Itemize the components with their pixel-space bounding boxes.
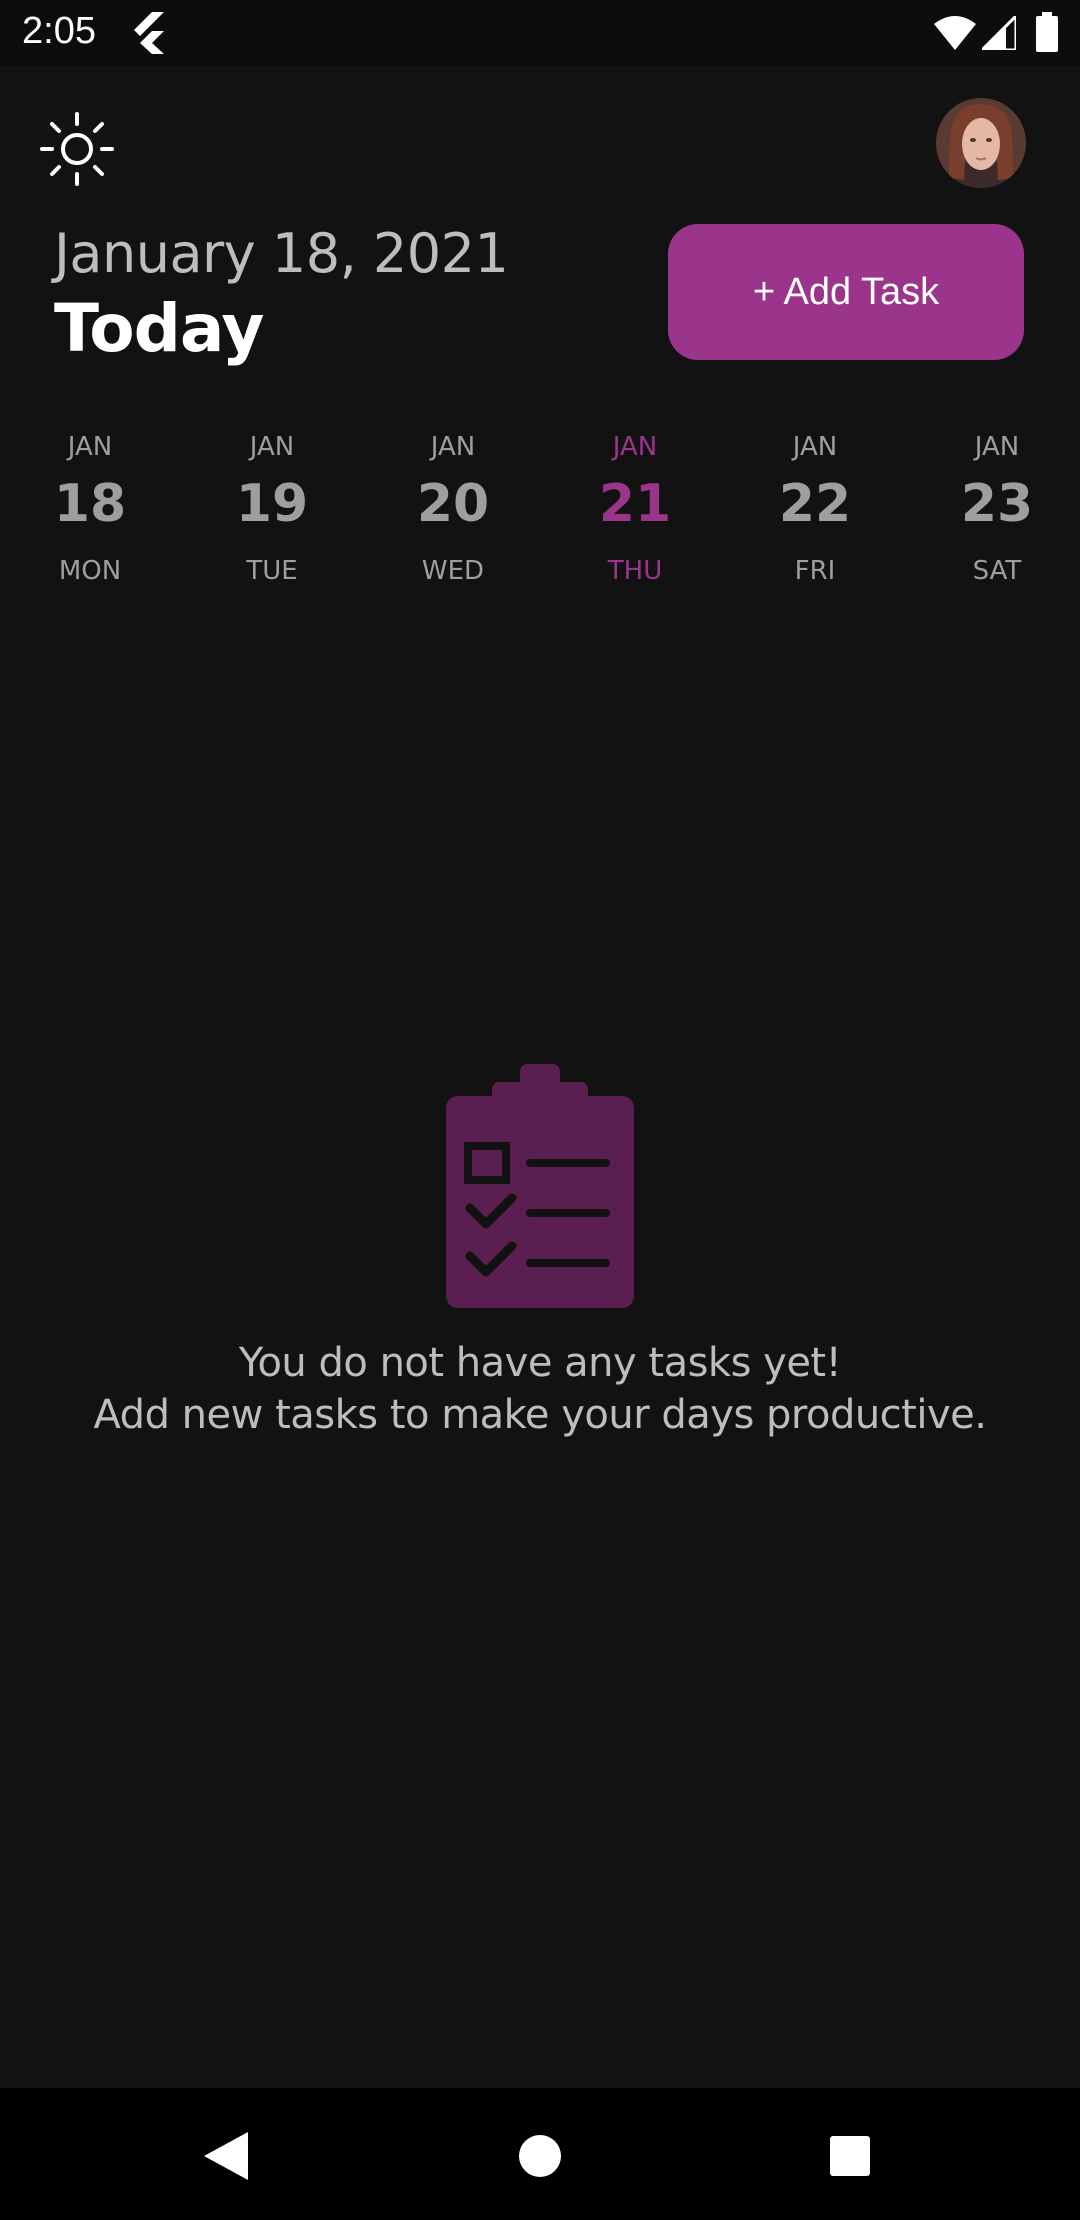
home-icon[interactable] [518,2134,562,2178]
date-weekday: FRI [794,556,836,586]
date-weekday: TUE [246,556,298,586]
date-day: 19 [235,474,309,534]
current-date: January 18, 2021 [54,222,509,285]
navigation-bar [0,2088,1080,2220]
date-item-19[interactable]: JAN 19 TUE [202,420,342,600]
date-day: 21 [598,474,672,534]
date-item-21[interactable]: JAN 21 THU [565,420,705,600]
date-weekday: THU [607,556,663,586]
date-day: 23 [960,474,1034,534]
status-time: 2:05 [22,10,96,52]
signal-icon [982,16,1016,50]
date-month: JAN [430,432,476,462]
date-month: JAN [792,432,838,462]
date-picker-strip: JAN 18 MON JAN 19 TUE JAN 20 WED JAN 21 … [0,420,1080,600]
clipboard-checklist-icon [446,1064,634,1308]
date-day: 22 [778,474,852,534]
page-title: Today [54,290,264,367]
avatar[interactable] [936,98,1026,188]
date-day: 20 [416,474,490,534]
date-day: 18 [53,474,127,534]
sun-icon[interactable] [40,112,114,186]
date-month: JAN [974,432,1020,462]
battery-icon [1036,12,1058,52]
date-item-18[interactable]: JAN 18 MON [20,420,160,600]
back-icon[interactable] [204,2132,248,2180]
screen: 2:05 January 18, 2021 Today + Add Task J… [0,0,1080,2220]
date-month: JAN [249,432,295,462]
add-task-button[interactable]: + Add Task [668,224,1024,360]
empty-state-title: You do not have any tasks yet! [238,1340,842,1386]
date-weekday: WED [421,556,485,586]
status-bar: 2:05 [0,0,1080,66]
date-month: JAN [67,432,113,462]
wifi-icon [934,16,976,50]
date-item-23[interactable]: JAN 23 SAT [927,420,1067,600]
recents-icon[interactable] [828,2134,872,2178]
date-weekday: MON [58,556,122,586]
avatar-image [936,98,1026,188]
empty-state-subtitle: Add new tasks to make your days producti… [93,1392,987,1438]
date-month: JAN [612,432,658,462]
date-item-22[interactable]: JAN 22 FRI [745,420,885,600]
date-item-20[interactable]: JAN 20 WED [383,420,523,600]
flutter-icon [134,12,164,54]
date-weekday: SAT [972,556,1022,586]
